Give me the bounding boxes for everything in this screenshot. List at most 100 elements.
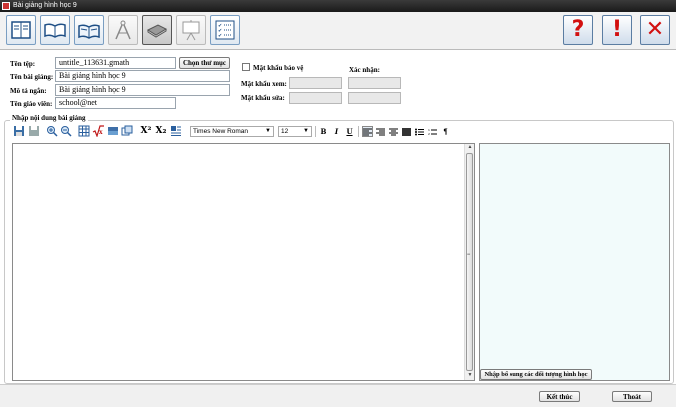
font-name-select[interactable]: Times New Roman ▼	[190, 126, 274, 137]
scroll-down-icon[interactable]: ▼	[465, 372, 475, 380]
main-toolbar: ✔ ✔ ✔ ? ! ✕	[0, 12, 676, 50]
object-icon	[121, 125, 133, 136]
zoom-in-icon	[47, 126, 58, 137]
save-button[interactable]	[12, 124, 26, 138]
compass-button[interactable]	[108, 15, 138, 45]
insert-table-button[interactable]	[77, 124, 91, 138]
sqrt-x-icon: x	[92, 125, 104, 137]
file-name-label: Tên tệp:	[10, 60, 36, 68]
view-password-field[interactable]	[289, 77, 342, 89]
underline-button[interactable]: U	[344, 126, 355, 137]
file-name-field[interactable]: untitle_113631.gmath	[55, 57, 176, 69]
open-book-button[interactable]	[40, 15, 70, 45]
scrollbar-thumb[interactable]	[466, 153, 473, 371]
checklist-button[interactable]: ✔ ✔ ✔	[210, 15, 240, 45]
open-book-icon	[44, 23, 66, 38]
zoom-in-button[interactable]	[45, 124, 59, 138]
chevron-down-icon: ▼	[303, 128, 309, 134]
choose-folder-button[interactable]: Chọn thư mục	[179, 57, 230, 69]
notebook-button[interactable]	[6, 15, 36, 45]
insert-image-button[interactable]	[106, 124, 120, 138]
description-label: Mô tả ngắn:	[10, 87, 47, 95]
presentation-board-button[interactable]	[176, 15, 206, 45]
info-button[interactable]: !	[602, 15, 632, 45]
align-left-button[interactable]	[362, 126, 373, 137]
info-icon: !	[611, 17, 623, 42]
font-name-value: Times New Roman	[193, 128, 249, 135]
bullet-list-icon	[415, 128, 424, 135]
align-center-icon	[389, 128, 398, 135]
align-right-icon	[376, 128, 385, 135]
numbered-list-icon: 12	[428, 128, 437, 136]
subscript-button[interactable]: X₂	[154, 124, 168, 138]
view-password-label: Mật khẩu xem:	[241, 80, 287, 88]
edit-password-field[interactable]	[289, 92, 342, 104]
edit-password-confirm-field[interactable]	[348, 92, 401, 104]
editor-scrollbar[interactable]: ▲ ≡ ▼	[464, 144, 474, 380]
title-bar: Bài giảng hình học 9	[0, 0, 676, 12]
align-left-icon	[363, 128, 372, 135]
insert-object-button[interactable]	[120, 124, 134, 138]
zoom-out-icon	[61, 126, 72, 137]
lecture-content-editor[interactable]: ▲ ≡ ▼	[12, 143, 475, 381]
book-closed-icon	[146, 24, 168, 38]
format-icon	[171, 126, 181, 136]
app-icon	[2, 2, 10, 10]
open-book-alt-icon	[78, 24, 100, 39]
close-icon: ✕	[645, 17, 665, 42]
save-icon	[14, 126, 24, 136]
lecture-name-field[interactable]: Bài giảng hình học 9	[55, 70, 230, 82]
format-list-button[interactable]	[169, 124, 183, 138]
finish-button[interactable]: Kết thúc	[539, 391, 580, 402]
superscript-button[interactable]: X²	[139, 124, 153, 138]
window-title: Bài giảng hình học 9	[13, 2, 77, 9]
table-icon	[78, 125, 90, 137]
bullet-list-button[interactable]	[414, 126, 425, 137]
font-size-value: 12	[281, 128, 289, 135]
view-password-confirm-field[interactable]	[348, 77, 401, 89]
editor-toolbar: x X² X₂	[12, 124, 187, 140]
italic-button[interactable]: I	[331, 126, 342, 137]
presentation-board-icon	[182, 20, 200, 41]
save-as-button[interactable]	[27, 124, 41, 138]
help-icon: ?	[571, 17, 585, 42]
numbered-list-button[interactable]: 12	[427, 126, 438, 137]
confirm-label: Xác nhận:	[349, 66, 380, 74]
notebook-icon	[11, 21, 31, 39]
add-geometry-objects-button[interactable]: Nhập bổ sung các đối tượng hình học	[480, 369, 592, 380]
justify-button[interactable]	[401, 126, 412, 137]
password-protect-checkbox[interactable]	[242, 63, 250, 71]
checklist-icon: ✔✔✔	[215, 20, 235, 40]
edit-password-label: Mật khẩu sửa:	[241, 94, 285, 102]
svg-text:✔: ✔	[218, 33, 222, 39]
lecture-name-label: Tên bài giảng:	[10, 73, 54, 81]
align-center-button[interactable]	[388, 126, 399, 137]
geometry-objects-panel[interactable]	[479, 143, 670, 381]
help-button[interactable]: ?	[563, 15, 593, 45]
formula-button[interactable]: x	[91, 124, 105, 138]
exit-button[interactable]: Thoát	[612, 391, 652, 402]
svg-text:x: x	[99, 129, 103, 136]
font-size-select[interactable]: 12 ▼	[278, 126, 312, 137]
image-icon	[108, 127, 118, 135]
bold-button[interactable]: B	[318, 126, 329, 137]
password-protect-label: Mật khẩu bảo vệ	[253, 64, 304, 72]
book-closed-button[interactable]	[142, 15, 172, 45]
chevron-down-icon: ▼	[265, 128, 271, 134]
teacher-label: Tên giáo viên:	[10, 100, 53, 108]
teacher-field[interactable]: school@net	[55, 97, 176, 109]
scroll-up-icon[interactable]: ▲	[465, 144, 475, 152]
justify-icon	[402, 127, 411, 136]
svg-text:2: 2	[428, 132, 430, 136]
save-as-icon	[29, 126, 39, 136]
toolbar-separator	[315, 126, 316, 137]
compass-icon	[115, 20, 131, 40]
open-book-alt-button[interactable]	[74, 15, 104, 45]
close-button[interactable]: ✕	[640, 15, 670, 45]
paragraph-button[interactable]: ¶	[440, 126, 451, 137]
align-right-button[interactable]	[375, 126, 386, 137]
description-field[interactable]: Bài giảng hình học 9	[55, 84, 230, 96]
zoom-out-button[interactable]	[59, 124, 73, 138]
content-group-title: Nhập nội dung bài giảng	[10, 114, 88, 122]
grip-icon: ≡	[467, 252, 471, 258]
